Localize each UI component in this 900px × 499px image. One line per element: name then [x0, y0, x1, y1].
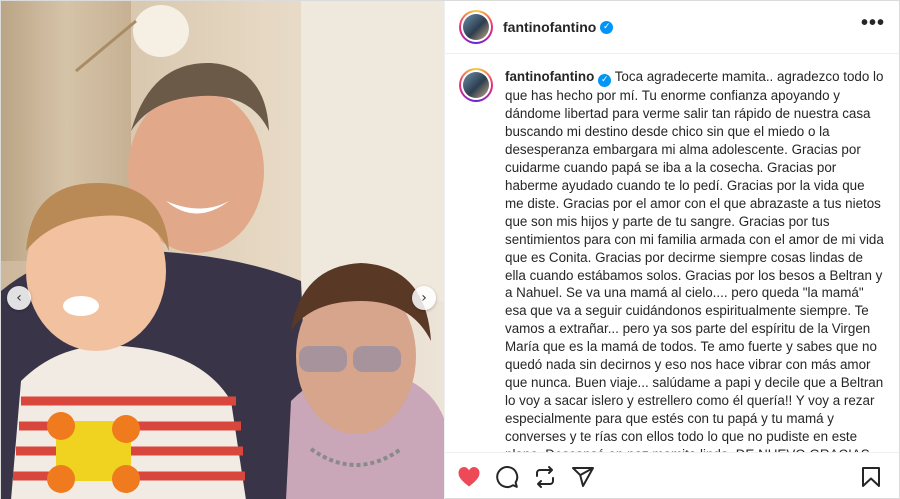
caption-area: fantinofantino ✓ Toca agradecerte mamita.…: [445, 54, 899, 452]
previous-photo-button[interactable]: ‹: [7, 286, 31, 310]
heart-filled-icon: [458, 466, 480, 486]
comment-icon: [496, 465, 519, 488]
send-icon: [572, 466, 594, 487]
post-caption: fantinofantino ✓ Toca agradecerte mamita.…: [505, 68, 885, 452]
family-photo: [1, 1, 444, 499]
action-bar: [445, 452, 899, 499]
next-photo-button[interactable]: ›: [412, 286, 436, 310]
post-photo[interactable]: ‹ ›: [1, 1, 444, 499]
author-username[interactable]: fantinofantino: [503, 19, 596, 35]
author-avatar[interactable]: [459, 10, 493, 44]
post-sidebar: fantinofantino ✓ ••• fantinofantino ✓ Toc…: [444, 1, 899, 499]
post-header: fantinofantino ✓ •••: [445, 1, 899, 54]
caption-username[interactable]: fantinofantino: [505, 69, 594, 84]
avatar-image: [463, 72, 489, 98]
avatar-ring: [461, 12, 491, 42]
bookmark-icon: [862, 466, 880, 487]
repost-icon: [536, 465, 554, 488]
more-options-button[interactable]: •••: [861, 13, 885, 41]
verified-badge-icon: ✓: [598, 74, 612, 88]
avatar-ring: [461, 70, 491, 100]
share-button[interactable]: [571, 465, 595, 489]
caption-text: Toca agradecerte mamita.. agradezco todo…: [505, 69, 884, 452]
avatar-image: [463, 14, 489, 40]
instagram-post: ‹ › fantinofantino ✓ ••• fantinofantino ✓…: [0, 0, 900, 499]
comment-button[interactable]: [495, 465, 519, 489]
verified-badge-icon: ✓: [600, 20, 614, 34]
caption-author-avatar[interactable]: [459, 68, 493, 102]
save-button[interactable]: [859, 465, 883, 489]
repost-button[interactable]: [533, 465, 557, 489]
like-button[interactable]: [457, 465, 481, 489]
